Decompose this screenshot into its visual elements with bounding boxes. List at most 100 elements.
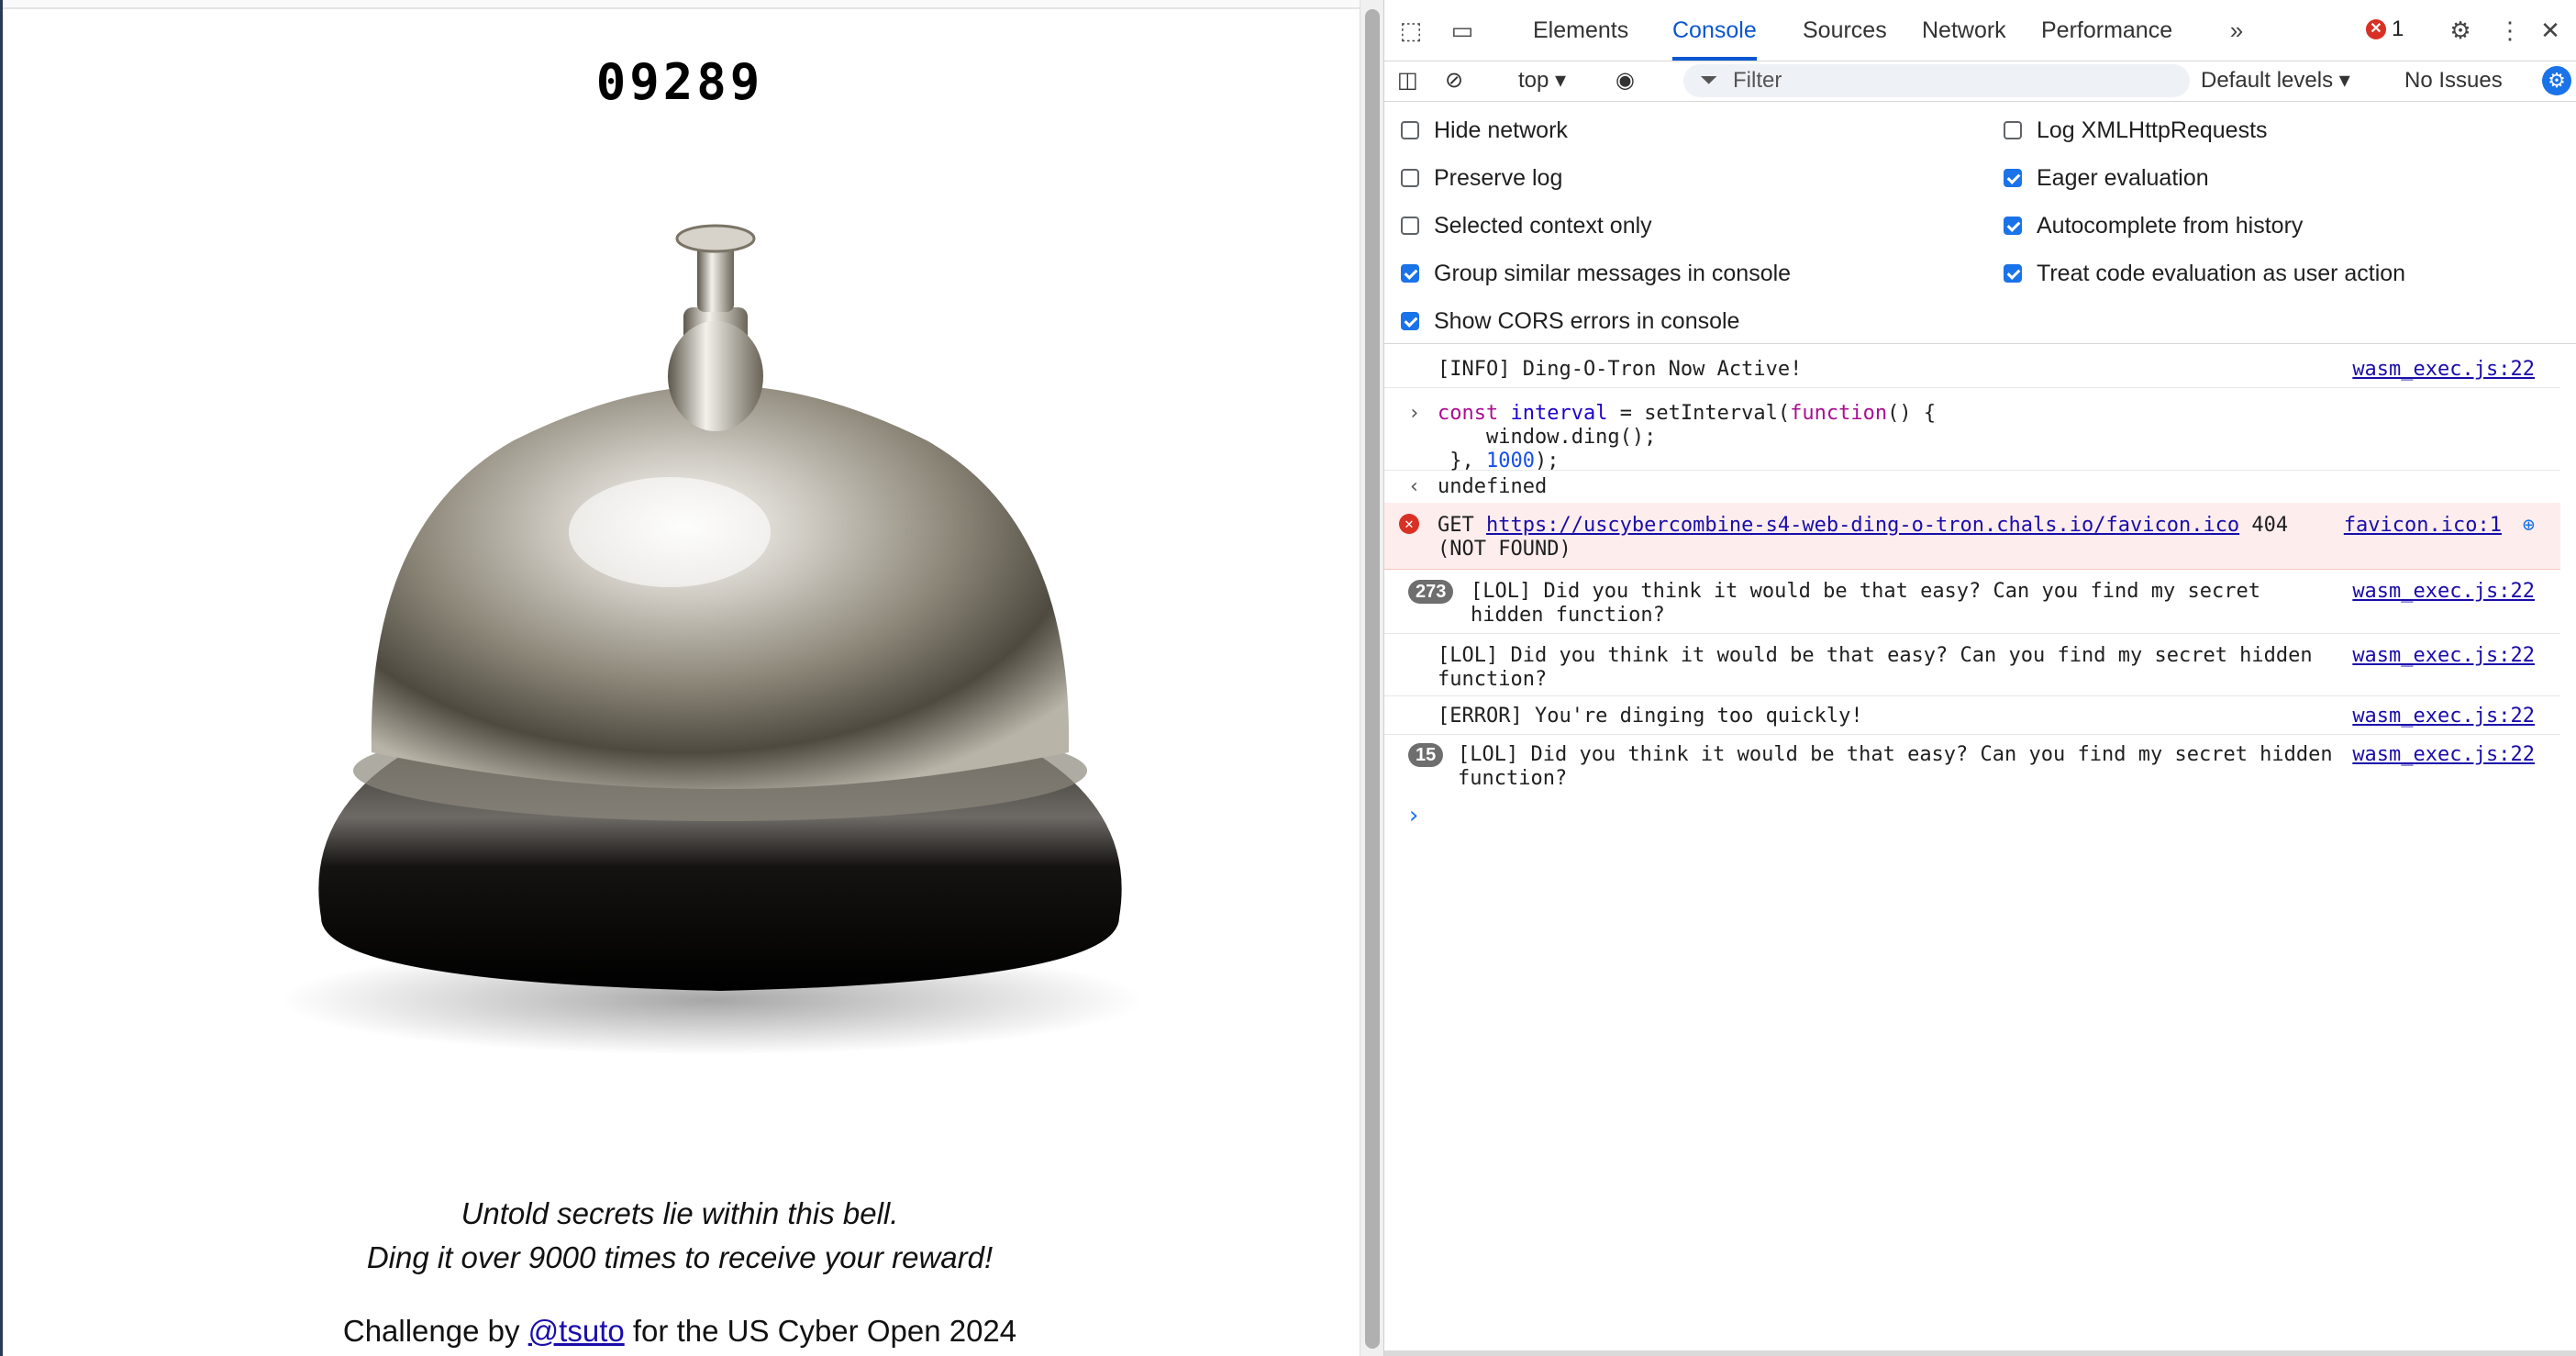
console-message-error-404: ✕ GET https://uscybercombine-s4-web-ding…: [1384, 503, 2560, 570]
bell-image[interactable]: [211, 110, 1257, 1156]
error-text-line2: (NOT FOUND): [1438, 538, 1571, 561]
preserve-log-option[interactable]: Preserve log: [1401, 160, 1562, 196]
bell-illustration: [280, 224, 1142, 1055]
tab-network[interactable]: Network: [1922, 0, 2006, 61]
message-text: [LOL] Did you think it would be that eas…: [1458, 743, 2333, 766]
code-line-2: window.ding();: [1438, 426, 1657, 449]
console-prompt-icon[interactable]: ›: [1406, 802, 1421, 829]
devtools-tabbar: ⬚ ▭ Elements Console Sources Network Per…: [1384, 0, 2576, 61]
selected-context-checkbox[interactable]: [1401, 217, 1419, 235]
autocomplete-option[interactable]: Autocomplete from history: [2004, 207, 2303, 244]
eye-icon[interactable]: ◉: [1616, 61, 1635, 101]
console-message-lol-grouped-15: 15 [LOL] Did you think it would be that …: [1384, 734, 2560, 795]
device-toolbar-icon[interactable]: ▭: [1447, 15, 1478, 46]
console-toolbar: ◫ ⊘ top ▾ ◉ ⏷ Filter Default levels ▾ No…: [1384, 61, 2576, 102]
eager-eval-label: Eager evaluation: [2037, 164, 2209, 191]
code-keyword-function: function: [1790, 402, 1888, 425]
error-url-link[interactable]: https://uscybercombine-s4-web-ding-o-tro…: [1486, 514, 2239, 537]
error-status: 404: [2239, 514, 2289, 537]
message-text-line2: function?: [1438, 668, 1548, 691]
cors-errors-label: Show CORS errors in console: [1434, 307, 1740, 334]
result-text: undefined: [1438, 475, 1548, 498]
console-message-lol: [LOL] Did you think it would be that eas…: [1384, 633, 2560, 696]
chevron-double-right-icon[interactable]: »: [2221, 15, 2252, 46]
treat-eval-checkbox[interactable]: [2004, 264, 2022, 283]
cors-errors-checkbox[interactable]: [1401, 312, 1419, 330]
eager-eval-checkbox[interactable]: [2004, 169, 2022, 187]
ding-counter: 09289: [595, 53, 764, 111]
error-source-link[interactable]: favicon.ico:1: [2344, 514, 2502, 538]
sidebar-toggle-icon[interactable]: ◫: [1397, 61, 1418, 101]
treat-eval-option[interactable]: Treat code evaluation as user action: [2004, 255, 2405, 292]
log-xhr-checkbox[interactable]: [2004, 121, 2022, 139]
network-request-icon[interactable]: ⊕: [2523, 514, 2535, 537]
console-message-result: ‹ undefined: [1384, 470, 2560, 504]
code-call: = setInterval(: [1607, 402, 1791, 425]
context-value: top: [1518, 68, 1549, 93]
error-counter[interactable]: ✕ 1: [2366, 17, 2404, 42]
log-xhr-option[interactable]: Log XMLHttpRequests: [2004, 112, 2268, 149]
filter-input[interactable]: ⏷ Filter: [1683, 64, 2190, 97]
message-text: [ERROR] You're dinging too quickly!: [1438, 705, 1863, 728]
page-scrollbar[interactable]: [1360, 0, 1384, 1356]
console-message-dinging-error: [ERROR] You're dinging too quickly! wasm…: [1384, 695, 2560, 735]
message-text: [LOL] Did you think it would be that eas…: [1471, 580, 2260, 603]
tab-elements[interactable]: Elements: [1533, 0, 1628, 61]
error-x-icon: ✕: [1399, 514, 1419, 534]
message-text-line2: function?: [1458, 767, 1568, 790]
hide-network-option[interactable]: Hide network: [1401, 112, 1568, 149]
preserve-log-checkbox[interactable]: [1401, 169, 1419, 187]
cors-errors-option[interactable]: Show CORS errors in console: [1401, 303, 1739, 339]
source-link[interactable]: wasm_exec.js:22: [2352, 358, 2535, 382]
clear-console-icon[interactable]: ⊘: [1445, 61, 1463, 101]
devtools-panel: ⬚ ▭ Elements Console Sources Network Per…: [1383, 0, 2576, 1356]
devtools-bottom-edge: [1384, 1350, 2576, 1356]
console-settings-icon[interactable]: ⚙: [2542, 66, 2571, 95]
scrollbar-thumb[interactable]: [1365, 9, 1380, 1349]
source-link[interactable]: wasm_exec.js:22: [2352, 743, 2535, 767]
message-text: [LOL] Did you think it would be that eas…: [1438, 644, 2313, 667]
selected-context-label: Selected context only: [1434, 212, 1652, 239]
gear-icon[interactable]: ⚙: [2445, 15, 2476, 46]
source-link[interactable]: wasm_exec.js:22: [2352, 644, 2535, 668]
group-similar-option[interactable]: Group similar messages in console: [1401, 255, 1791, 292]
source-link[interactable]: wasm_exec.js:22: [2352, 705, 2535, 728]
error-x-icon: ✕: [2366, 19, 2386, 39]
filter-icon: ⏷: [1700, 68, 1718, 93]
author-link[interactable]: @tsuto: [528, 1314, 625, 1348]
message-text: [INFO] Ding-O-Tron Now Active!: [1438, 358, 1803, 381]
credit-line: Challenge by @tsuto for the US Cyber Ope…: [0, 1314, 1360, 1349]
tab-console[interactable]: Console: [1672, 0, 1757, 61]
code-keyword: const: [1438, 402, 1499, 425]
hide-network-checkbox[interactable]: [1401, 121, 1419, 139]
tab-sources[interactable]: Sources: [1803, 0, 1887, 61]
page-top-border: [0, 0, 1360, 9]
credit-suffix: for the US Cyber Open 2024: [624, 1314, 1017, 1348]
web-page: 09289 Untold secrets lie within this bel…: [0, 0, 1360, 1356]
group-similar-checkbox[interactable]: [1401, 264, 1419, 283]
repeat-count-badge: 15: [1408, 743, 1444, 767]
close-icon[interactable]: ✕: [2535, 15, 2566, 46]
message-text-line2: hidden function?: [1471, 604, 1665, 627]
console-log: [INFO] Ding-O-Tron Now Active! wasm_exec…: [1384, 343, 2576, 1356]
context-select[interactable]: top ▾: [1518, 61, 1566, 101]
autocomplete-checkbox[interactable]: [2004, 217, 2022, 235]
log-levels-dropdown[interactable]: Default levels ▾: [2201, 61, 2350, 101]
selected-context-option[interactable]: Selected context only: [1401, 207, 1652, 244]
issues-button[interactable]: No Issues: [2404, 61, 2503, 101]
preserve-log-label: Preserve log: [1434, 164, 1563, 191]
code-brace: () {: [1887, 402, 1937, 425]
console-message-input: › const interval = setInterval(function(…: [1384, 387, 2560, 472]
eager-eval-option[interactable]: Eager evaluation: [2004, 160, 2209, 196]
tab-performance[interactable]: Performance: [2041, 0, 2172, 61]
treat-eval-label: Treat code evaluation as user action: [2037, 260, 2406, 286]
hide-network-label: Hide network: [1434, 117, 1568, 143]
source-link[interactable]: wasm_exec.js:22: [2352, 580, 2535, 604]
group-similar-label: Group similar messages in console: [1434, 260, 1792, 286]
kebab-menu-icon[interactable]: ⋮: [2494, 15, 2526, 46]
credit-prefix: Challenge by: [342, 1314, 528, 1348]
inspect-element-icon[interactable]: ⬚: [1395, 15, 1427, 46]
autocomplete-label: Autocomplete from history: [2037, 212, 2304, 239]
tagline-secrets: Untold secrets lie within this bell.: [461, 1196, 899, 1230]
error-method: GET: [1438, 514, 1486, 537]
